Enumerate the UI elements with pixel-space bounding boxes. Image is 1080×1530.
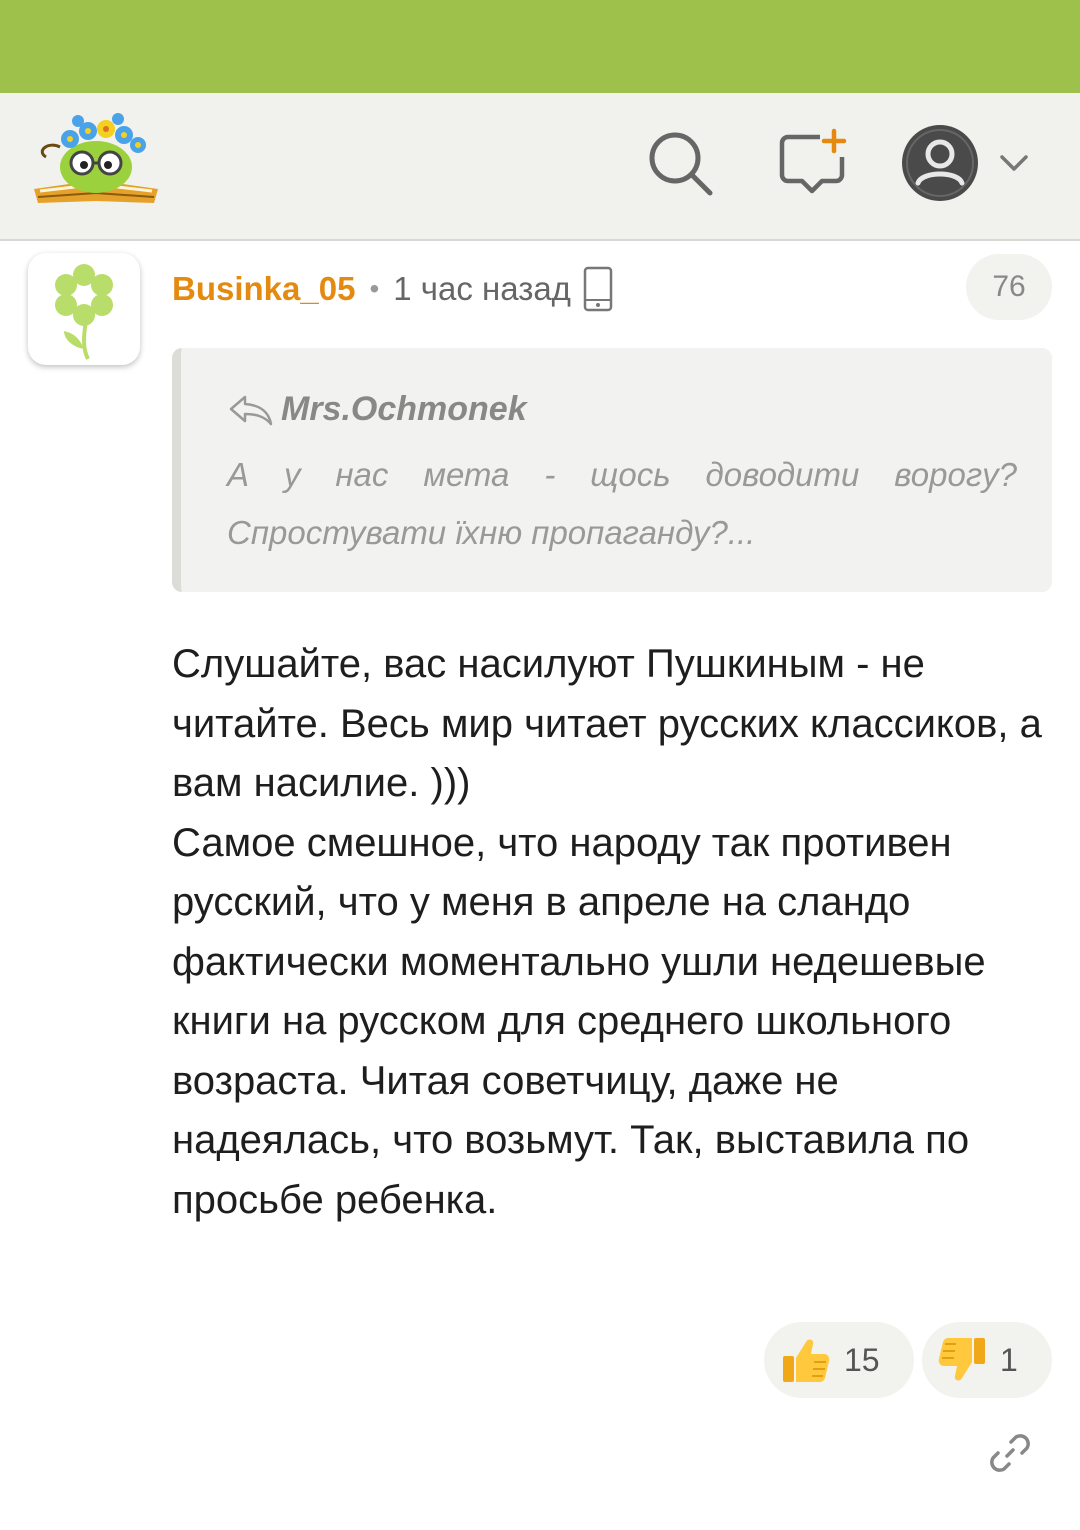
site-logo[interactable] [30, 111, 162, 211]
search-icon [649, 132, 713, 196]
profile-menu-button[interactable] [898, 123, 1038, 203]
status-bar [0, 0, 1080, 93]
quote-text: А у нас мета - щось доводити ворогу? Спр… [227, 456, 1017, 551]
comment-author[interactable]: Businka_05 [172, 270, 355, 308]
reply-arrow-icon [229, 395, 273, 425]
new-post-icon [779, 128, 847, 194]
user-icon [902, 125, 978, 201]
app-header [0, 93, 1080, 241]
quote-author-name: Mrs.Ochmonek [281, 390, 527, 428]
thumbs-down-icon [938, 1338, 985, 1381]
comment: Businka_05 • 1 час назад 76 Mrs.Ochmonek… [0, 243, 1080, 1530]
dislike-button[interactable]: 1 [922, 1322, 1052, 1398]
quoted-reply[interactable]: Mrs.Ochmonek А у нас мета - щось доводит… [172, 348, 1052, 592]
permalink-button[interactable] [980, 1423, 1040, 1483]
comment-number-badge[interactable]: 76 [966, 254, 1052, 320]
quote-author: Mrs.Ochmonek [227, 390, 527, 429]
comment-time: 1 час назад [393, 270, 571, 307]
flower-avatar-icon [55, 264, 113, 360]
like-button[interactable]: 15 [764, 1322, 914, 1398]
chevron-down-icon [1000, 155, 1028, 171]
avatar[interactable] [28, 253, 140, 365]
comment-text: Слушайте, вас насилуют Пушкиным - не чит… [172, 642, 1042, 1222]
search-button[interactable] [640, 123, 720, 203]
book-flower-logo-icon [34, 113, 158, 203]
link-icon [990, 1434, 1030, 1472]
new-post-button[interactable] [772, 123, 852, 203]
dislike-count: 1 [1000, 1341, 1018, 1378]
comment-meta: Businka_05 • 1 час назад [172, 265, 613, 313]
like-count: 15 [844, 1341, 880, 1378]
mobile-device-icon [583, 266, 613, 312]
thumbs-up-icon [783, 1339, 830, 1382]
meta-separator: • [369, 273, 380, 304]
